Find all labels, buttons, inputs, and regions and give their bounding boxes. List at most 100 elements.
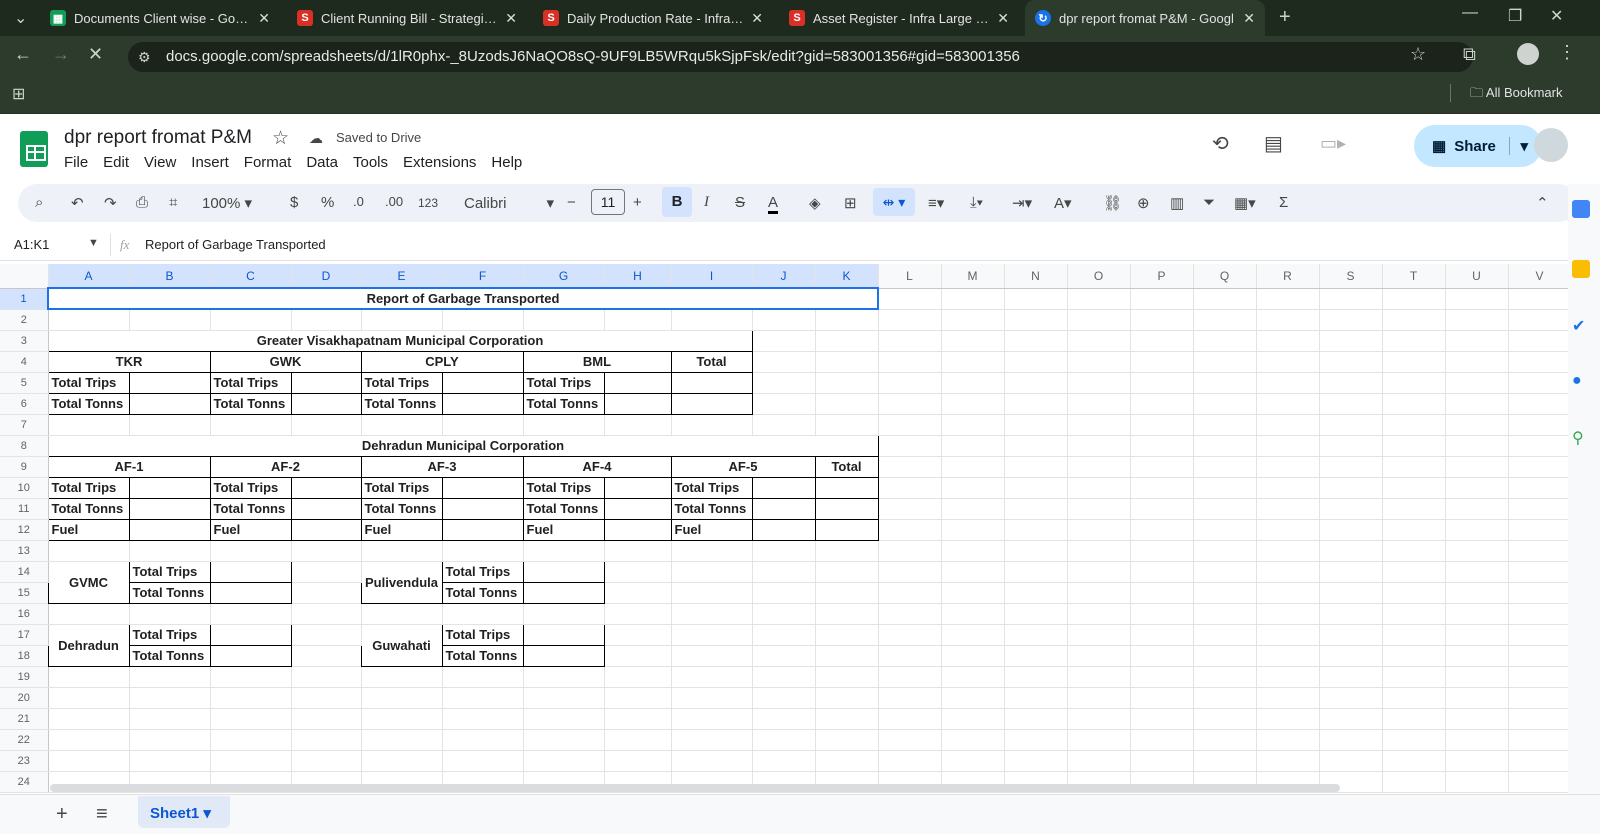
collapse-toolbar-icon[interactable]: ⌃ — [1536, 194, 1549, 212]
cell[interactable] — [1319, 288, 1383, 310]
column-header[interactable]: I — [671, 264, 753, 289]
cell[interactable] — [751, 476, 816, 499]
calendar-icon[interactable] — [1572, 200, 1590, 218]
row-header[interactable]: 21 — [0, 708, 49, 730]
close-tab-icon[interactable]: ✕ — [751, 10, 763, 27]
column-header[interactable]: M — [941, 264, 1005, 289]
column-header[interactable]: B — [129, 264, 211, 289]
cell-gvmc-title[interactable]: Greater Visakhapatnam Municipal Corporat… — [47, 329, 753, 352]
minimize-icon[interactable]: — — [1462, 4, 1478, 22]
font-select[interactable]: Calibri ▾ — [464, 194, 554, 212]
column-header[interactable]: H — [604, 264, 672, 289]
undo-icon[interactable]: ↶ — [71, 194, 84, 212]
sheet-tab-dropdown-icon[interactable]: ▾ — [203, 805, 211, 822]
column-header[interactable]: U — [1445, 264, 1509, 289]
borders-icon[interactable]: ⊞ — [844, 194, 857, 212]
cell[interactable] — [814, 497, 879, 520]
cell[interactable] — [878, 288, 942, 310]
cell[interactable] — [128, 518, 211, 541]
select-all-corner[interactable] — [0, 264, 49, 289]
menu-extensions[interactable]: Extensions — [403, 154, 476, 171]
row-header[interactable]: 20 — [0, 687, 49, 709]
cell[interactable] — [128, 497, 211, 520]
column-header[interactable]: D — [291, 264, 362, 289]
close-window-icon[interactable]: ✕ — [1550, 6, 1563, 26]
account-avatar[interactable] — [1534, 128, 1568, 162]
cell-report-title[interactable]: Report of Garbage Transported — [47, 287, 879, 310]
browser-menu-icon[interactable]: ⋮ — [1558, 42, 1576, 63]
cell-dehradun-title[interactable]: Dehradun Municipal Corporation — [47, 434, 879, 457]
cell-total[interactable]: Total — [670, 350, 753, 373]
cell[interactable] — [209, 623, 292, 646]
menu-data[interactable]: Data — [306, 154, 338, 171]
column-header[interactable]: V — [1508, 264, 1572, 289]
insert-chart-icon[interactable]: ▥ — [1170, 194, 1184, 212]
row-header[interactable]: 8 — [0, 435, 49, 457]
add-sheet-button[interactable]: + — [56, 803, 68, 826]
menu-tools[interactable]: Tools — [353, 154, 388, 171]
cell-total-trips[interactable]: Total Trips — [522, 371, 605, 394]
vertical-align-icon[interactable]: ⤓▾ — [970, 194, 983, 211]
bold-button[interactable]: B — [662, 187, 692, 217]
column-header[interactable]: P — [1130, 264, 1194, 289]
cell[interactable] — [441, 392, 524, 415]
cell-af4[interactable]: AF-4 — [522, 455, 672, 478]
browser-tab[interactable]: S Asset Register - Infra Large Use ✕ — [779, 0, 1019, 36]
cell-total-tonns[interactable]: Total Tonns — [360, 392, 443, 415]
cell-total-tonns[interactable]: Total Tonns — [441, 581, 524, 604]
print-icon[interactable]: ⎙ — [136, 194, 148, 211]
font-size-input[interactable]: 11 — [591, 189, 625, 215]
doc-title[interactable]: dpr report fromat P&M — [64, 127, 252, 149]
cell-total-tonns[interactable]: Total Tonns — [128, 581, 211, 604]
row-header[interactable]: 24 — [0, 771, 49, 793]
row-header[interactable]: 16 — [0, 603, 49, 625]
cell[interactable] — [290, 497, 362, 520]
row-header[interactable]: 19 — [0, 666, 49, 688]
menu-format[interactable]: Format — [244, 154, 292, 171]
functions-icon[interactable]: Σ — [1279, 194, 1288, 211]
cell[interactable] — [1130, 288, 1194, 310]
italic-button[interactable]: I — [704, 194, 709, 211]
column-header[interactable]: S — [1319, 264, 1383, 289]
cell-total-trips[interactable]: Total Trips — [128, 560, 211, 583]
cell[interactable] — [290, 371, 362, 394]
row-header[interactable]: 10 — [0, 477, 49, 499]
browser-tab[interactable]: S Daily Production Rate - Infra La ✕ — [533, 0, 773, 36]
cell-total-tonns[interactable]: Total Tonns — [128, 644, 211, 667]
cell[interactable] — [751, 518, 816, 541]
redo-icon[interactable]: ↷ — [104, 194, 117, 212]
increase-decimal-button[interactable]: .00 — [385, 194, 403, 209]
cell[interactable] — [603, 476, 672, 499]
fill-color-icon[interactable]: ◈ — [809, 194, 821, 212]
cell-total-tonns[interactable]: Total Tonns — [360, 497, 443, 520]
cell-total-trips[interactable]: Total Trips — [128, 623, 211, 646]
cell-total-trips[interactable]: Total Trips — [360, 476, 443, 499]
formula-input[interactable]: Report of Garbage Transported — [145, 237, 326, 252]
insert-comment-icon[interactable]: ⊕ — [1137, 194, 1150, 212]
row-header[interactable]: 17 — [0, 624, 49, 646]
cell-bml[interactable]: BML — [522, 350, 672, 373]
cell[interactable] — [441, 518, 524, 541]
sheets-logo-icon[interactable] — [20, 131, 48, 167]
insert-link-icon[interactable]: ⛓ — [1103, 194, 1122, 212]
cell[interactable] — [670, 392, 753, 415]
menu-insert[interactable]: Insert — [191, 154, 229, 171]
cell[interactable] — [814, 476, 879, 499]
font-size-decrease-button[interactable]: − — [567, 194, 576, 211]
name-box[interactable]: A1:K1 — [14, 237, 49, 252]
cell-tkr[interactable]: TKR — [47, 350, 211, 373]
all-sheets-button[interactable]: ≡ — [96, 803, 108, 826]
browser-tab[interactable]: ▦ Documents Client wise - Googl ✕ — [40, 0, 280, 36]
cell[interactable] — [441, 476, 524, 499]
cell[interactable] — [441, 497, 524, 520]
cell-cply[interactable]: CPLY — [360, 350, 524, 373]
cell[interactable] — [522, 644, 605, 667]
percent-button[interactable]: % — [321, 194, 334, 211]
cell[interactable] — [1004, 288, 1068, 310]
cell[interactable] — [1445, 288, 1509, 310]
text-wrapping-icon[interactable]: ⇥▾ — [1012, 194, 1032, 212]
column-header[interactable]: A — [48, 264, 130, 289]
horizontal-align-icon[interactable]: ≡▾ — [928, 194, 944, 212]
sheet-tab[interactable]: Sheet1 ▾ — [138, 796, 230, 828]
cell[interactable] — [670, 371, 753, 394]
